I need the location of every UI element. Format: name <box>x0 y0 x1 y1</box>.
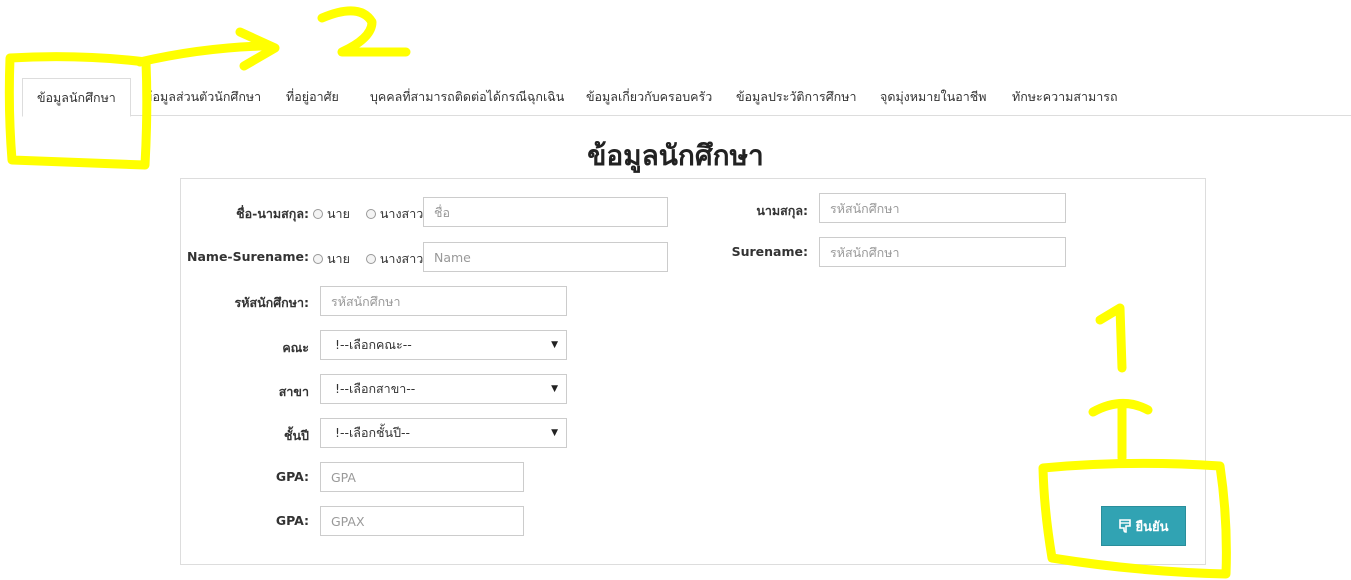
surname-eng-input[interactable] <box>819 237 1066 267</box>
caret-down-icon: ▼ <box>551 384 558 394</box>
caret-down-icon: ▼ <box>551 340 558 350</box>
tab-skills[interactable]: ทักษะความสามารถ <box>1012 78 1118 116</box>
annotation-digit-two <box>317 6 411 57</box>
tab-address[interactable]: ที่อยู่อาศัย <box>286 78 339 116</box>
surname-thai-input[interactable] <box>819 193 1066 223</box>
radio-ms-label: นางสาว <box>379 251 424 266</box>
major-selected-value: !--เลือกสาขา-- <box>335 381 416 396</box>
radio-mr-label: นาย <box>327 251 350 266</box>
major-select[interactable]: !--เลือกสาขา-- ▼ <box>320 374 567 404</box>
major-label: สาขา <box>278 384 309 399</box>
tab-emergency-contact[interactable]: บุคคลที่สามารถติดต่อได้กรณีฉุกเฉิน <box>370 78 564 116</box>
radio-mr-label: นาย <box>327 206 350 221</box>
radio-circle-icon <box>313 254 323 264</box>
tab-education-history[interactable]: ข้อมูลประวัติการศึกษา <box>736 78 857 116</box>
tab-family[interactable]: ข้อมูลเกี่ยวกับครอบครัว <box>586 78 712 116</box>
gpax-label: GPA: <box>275 513 309 528</box>
annotation-arrowhead <box>235 27 280 71</box>
faculty-select[interactable]: !--เลือกคณะ-- ▼ <box>320 330 567 360</box>
radio-ms-label: นางสาว <box>379 206 424 221</box>
faculty-selected-value: !--เลือกคณะ-- <box>335 337 412 352</box>
eng-surname-label: Surename: <box>731 244 808 259</box>
radio-mr-eng[interactable]: นาย <box>313 249 350 269</box>
radio-circle-icon <box>365 209 376 219</box>
gpa-input[interactable] <box>320 462 524 492</box>
year-label: ชั้นปี <box>284 428 309 443</box>
thai-name-label: ชื่อ-นามสกุล: <box>236 206 309 221</box>
annotation-arrow <box>135 41 267 67</box>
confirm-label: ยืนยัน <box>1135 519 1169 535</box>
first-name-thai-input[interactable] <box>423 197 668 227</box>
tab-bar: ข้อมูลนักศึกษา ข้อมูลส่วนตัวนักศึกษา ที่… <box>22 78 1351 117</box>
thai-surname-label: นามสกุล: <box>756 203 808 218</box>
radio-circle-icon <box>365 254 376 264</box>
student-id-label: รหัสนักศึกษา: <box>234 295 309 310</box>
thai-title-radio-group: นาย นางสาว <box>313 204 439 224</box>
first-name-eng-input[interactable] <box>423 242 668 272</box>
student-id-input[interactable] <box>320 286 567 316</box>
year-selected-value: !--เลือกชั้นปี-- <box>335 425 411 440</box>
eng-name-label: Name-Surename: <box>187 249 309 264</box>
year-select[interactable]: !--เลือกชั้นปี-- ▼ <box>320 418 567 448</box>
caret-down-icon: ▼ <box>551 428 558 438</box>
tab-career-goal[interactable]: จุดมุ่งหมายในอาชีพ <box>880 78 987 116</box>
confirm-button[interactable]: ยืนยัน <box>1101 506 1186 546</box>
thumbs-down-icon <box>1118 518 1132 534</box>
page-title: ข้อมูลนักศึกษา <box>587 139 764 172</box>
gpax-input[interactable] <box>320 506 524 536</box>
radio-mr-thai[interactable]: นาย <box>313 204 350 224</box>
tab-student-info[interactable]: ข้อมูลนักศึกษา <box>22 78 131 117</box>
radio-ms-thai[interactable]: นางสาว <box>365 204 424 224</box>
radio-circle-icon <box>313 209 323 219</box>
eng-title-radio-group: นาย นางสาว <box>313 249 439 269</box>
tab-personal-info[interactable]: ข้อมูลส่วนตัวนักศึกษา <box>144 78 261 116</box>
radio-ms-eng[interactable]: นางสาว <box>365 249 424 269</box>
gpa-label: GPA: <box>275 469 309 484</box>
faculty-label: คณะ <box>282 340 309 355</box>
